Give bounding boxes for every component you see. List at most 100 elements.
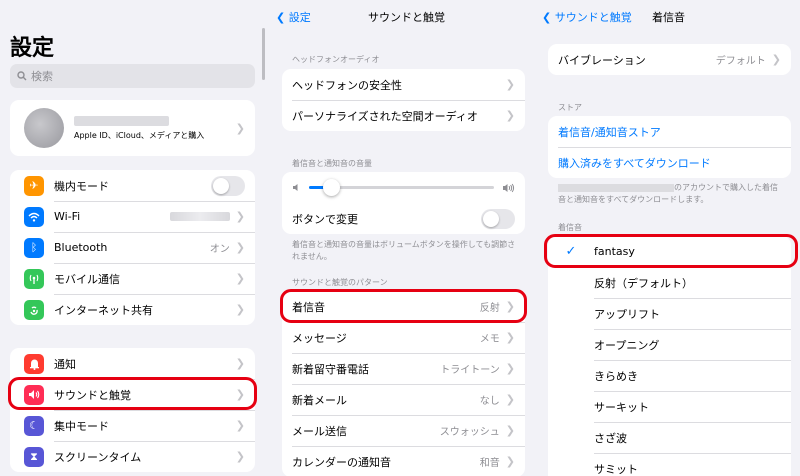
ringtone-option-opening[interactable]: オープニング <box>548 329 791 360</box>
scrollbar[interactable] <box>262 28 265 80</box>
speaker-icon <box>24 384 44 405</box>
search-input[interactable]: 検索 <box>10 64 255 88</box>
row-label: 機内モード <box>54 179 109 193</box>
chevron-right-icon: ❯ <box>505 393 515 406</box>
pattern-row-voicemail[interactable]: 新着留守番電話 トライトーン ❯ <box>282 353 525 384</box>
row-label: fantasy <box>594 245 635 258</box>
change-with-buttons-toggle[interactable] <box>481 208 515 229</box>
ringtone-option-circuit[interactable]: サーキット <box>548 391 791 422</box>
row-label: 集中モード <box>54 419 109 433</box>
chevron-right-icon: ❯ <box>505 362 515 375</box>
spatial-audio-row[interactable]: パーソナライズされた空間オーディオ ❯ <box>282 100 525 131</box>
avatar <box>24 108 64 148</box>
settings-row-wifi[interactable]: Wi-Fi ❯ <box>10 201 255 232</box>
row-value: 反射 <box>479 303 500 314</box>
account-card[interactable]: Apple ID、iCloud、メディアと購入 ❯ <box>10 100 255 156</box>
back-button[interactable]: ❮ サウンドと触覚 <box>542 9 632 25</box>
back-button[interactable]: ❮ 設定 <box>276 9 311 25</box>
account-name-redacted <box>74 115 169 126</box>
row-label: 着信音/通知音ストア <box>558 125 661 139</box>
settings-row-screen-time[interactable]: ⧗ スクリーンタイム ❯ <box>10 441 255 472</box>
ringtone-option-reflection[interactable]: 反射（デフォルト） <box>548 267 791 298</box>
pattern-row-sent-mail[interactable]: メール送信 スウォッシュ ❯ <box>282 415 525 446</box>
store-group: 着信音/通知音ストア 購入済みをすべてダウンロード <box>548 116 791 178</box>
row-value: デフォルト <box>715 56 766 67</box>
patterns-group: 着信音 反射 ❯ メッセージ メモ ❯ 新着留守番電話 トライトーン ❯ 新着メ… <box>282 291 525 476</box>
row-value: 和音 <box>479 458 500 469</box>
bluetooth-status: オン <box>209 244 230 255</box>
row-value: なし <box>479 396 500 407</box>
row-label: 反射（デフォルト） <box>594 276 693 290</box>
bell-icon <box>24 353 44 374</box>
screenshot: 設定 検索 Apple ID、iCloud、メディアと購入 ❯ ✈ 機内モード <box>0 0 800 476</box>
system-group: 通知 ❯ サウンドと触覚 ❯ ☾ 集中モード ❯ ⧗ スクリーンタイム ❯ <box>10 348 255 472</box>
row-label: パーソナライズされた空間オーディオ <box>292 109 478 123</box>
headphone-safety-row[interactable]: ヘッドフォンの安全性 ❯ <box>282 69 525 100</box>
wifi-network-redacted <box>169 212 230 221</box>
ringtone-option-fantasy[interactable]: ✓ fantasy <box>548 236 791 267</box>
row-label: さざ波 <box>594 431 627 445</box>
chevron-right-icon: ❯ <box>505 300 515 313</box>
account-redacted <box>558 183 674 192</box>
chevron-right-icon: ❯ <box>505 331 515 344</box>
pattern-row-new-mail[interactable]: 新着メール なし ❯ <box>282 384 525 415</box>
row-label: きらめき <box>594 369 638 383</box>
row-label: 着信音 <box>292 300 325 314</box>
section-header: ヘッドフォンオーディオ <box>292 55 380 64</box>
settings-row-bluetooth[interactable]: ᛒ Bluetooth オン ❯ <box>10 232 255 263</box>
ringtone-panel: ❮ サウンドと触覚 着信音 バイブレーション デフォルト ❯ ストア 着信音/通… <box>540 0 800 476</box>
chevron-right-icon: ❯ <box>235 121 245 135</box>
row-label: ヘッドフォンの安全性 <box>292 78 402 92</box>
search-placeholder: 検索 <box>31 70 53 83</box>
row-label: Bluetooth <box>54 241 108 254</box>
row-value: トライトーン <box>440 365 500 376</box>
volume-track[interactable] <box>309 179 494 196</box>
vibration-group: バイブレーション デフォルト ❯ <box>548 44 791 75</box>
download-purchased-link[interactable]: 購入済みをすべてダウンロード <box>548 147 791 178</box>
row-label: インターネット共有 <box>54 303 153 317</box>
row-label: Wi-Fi <box>54 210 81 223</box>
settings-panel: 設定 検索 Apple ID、iCloud、メディアと購入 ❯ ✈ 機内モード <box>0 0 262 476</box>
settings-row-airplane[interactable]: ✈ 機内モード <box>10 170 255 201</box>
chevron-right-icon: ❯ <box>505 78 515 91</box>
volume-low-icon <box>293 184 298 191</box>
section-header: ストア <box>558 103 582 112</box>
settings-row-hotspot[interactable]: インターネット共有 ❯ <box>10 294 255 325</box>
volume-slider[interactable] <box>282 172 525 203</box>
chevron-right-icon: ❯ <box>235 241 245 254</box>
row-label: 新着メール <box>292 393 347 407</box>
ringtone-option-uplift[interactable]: アップリフト <box>548 298 791 329</box>
row-label: メール送信 <box>292 424 347 438</box>
checkmark-icon: ✓ <box>565 244 577 259</box>
nav-title: サウンドと触覚 <box>368 11 445 24</box>
vibration-row[interactable]: バイブレーション デフォルト ❯ <box>548 44 791 75</box>
store-note-line1: のアカウントで購入した着信 <box>674 183 778 192</box>
ringtone-option-sparkle[interactable]: きらめき <box>548 360 791 391</box>
moon-icon: ☾ <box>24 415 44 436</box>
settings-row-focus[interactable]: ☾ 集中モード ❯ <box>10 410 255 441</box>
row-label: サミット <box>594 462 638 476</box>
settings-row-sounds[interactable]: サウンドと触覚 ❯ <box>10 379 255 410</box>
pattern-row-calendar[interactable]: カレンダーの通知音 和音 ❯ <box>282 446 525 476</box>
back-label: 設定 <box>288 11 311 24</box>
pattern-row-message[interactable]: メッセージ メモ ❯ <box>282 322 525 353</box>
sounds-panel: ❮ 設定 サウンドと触覚 ヘッドフォンオーディオ ヘッドフォンの安全性 ❯ パー… <box>272 0 534 476</box>
ringtone-option-ripples[interactable]: さざ波 <box>548 422 791 453</box>
ringtone-list: ✓ fantasy 反射（デフォルト） アップリフト オープニング きらめき サ… <box>548 236 791 476</box>
tone-store-link[interactable]: 着信音/通知音ストア <box>548 116 791 147</box>
headphone-group: ヘッドフォンの安全性 ❯ パーソナライズされた空間オーディオ ❯ <box>282 69 525 131</box>
volume-note: 着信音と通知音の音量はボリュームボタンを操作しても調節されません。 <box>292 240 516 261</box>
pattern-row-ringtone[interactable]: 着信音 反射 ❯ <box>282 291 525 322</box>
volume-knob[interactable] <box>323 179 341 196</box>
airplane-toggle[interactable] <box>211 175 245 196</box>
settings-row-cellular[interactable]: モバイル通信 ❯ <box>10 263 255 294</box>
row-label: サウンドと触覚 <box>54 388 131 402</box>
back-label: サウンドと触覚 <box>554 11 632 24</box>
chevron-right-icon: ❯ <box>235 450 245 463</box>
row-label: ボタンで変更 <box>292 212 358 226</box>
row-label: サーキット <box>594 400 649 414</box>
ringtone-option-summit[interactable]: サミット <box>548 453 791 476</box>
row-label: 新着留守番電話 <box>292 362 369 376</box>
change-with-buttons-row: ボタンで変更 <box>282 203 525 234</box>
settings-row-notifications[interactable]: 通知 ❯ <box>10 348 255 379</box>
